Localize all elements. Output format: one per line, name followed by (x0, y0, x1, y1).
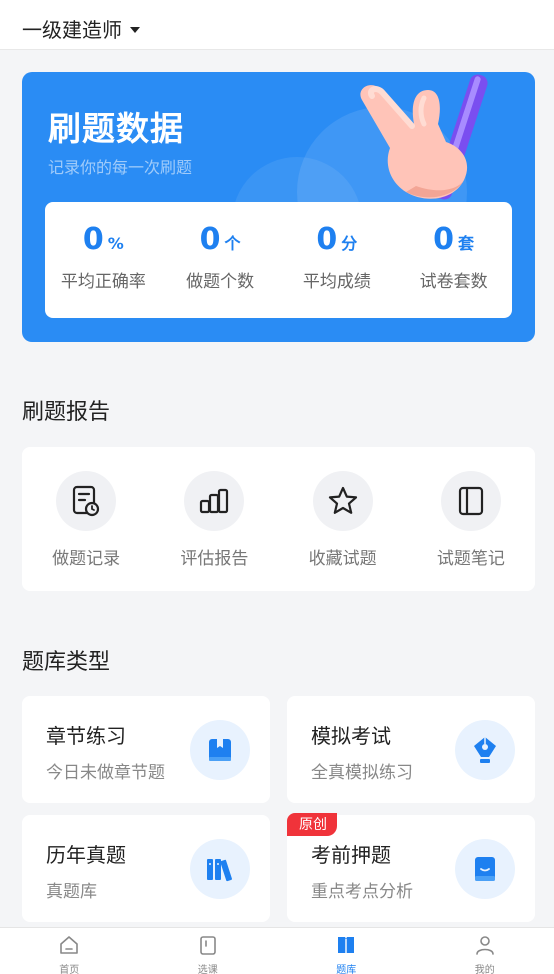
report-item-label: 试题笔记 (436, 549, 505, 569)
stat-label: 做题个数 (186, 272, 255, 292)
profile-icon (475, 936, 494, 955)
tab-question-bank[interactable]: 题库 (277, 928, 416, 974)
report-item-evaluation[interactable]: 评估报告 (150, 447, 278, 591)
question-bank-icon (338, 937, 355, 953)
report-item-label: 评估报告 (180, 549, 249, 569)
stat-unit: 分 (341, 234, 358, 253)
tab-label: 题库 (336, 965, 357, 974)
exam-selector[interactable]: 一级建造师 (22, 14, 140, 43)
stat-value: 0 (433, 222, 455, 257)
report-item-label: 做题记录 (52, 549, 121, 569)
stat-value: 0 (82, 222, 104, 257)
stat-value: 0 (316, 222, 338, 257)
stat-label: 平均正确率 (60, 272, 146, 292)
stats-panel: 0% 平均正确率 0个 做题个数 0分 平均成绩 0套 试卷套数 (45, 202, 512, 318)
record-icon (56, 471, 117, 531)
stat-unit: % (107, 234, 124, 253)
bank-card-pre-exam-prediction[interactable]: 原创 考前押题 重点考点分析 (287, 813, 535, 922)
caret-down-icon (130, 26, 140, 33)
hand-pen-illustration (360, 74, 488, 200)
booklet-icon (455, 839, 515, 899)
stat-value: 0 (199, 222, 221, 257)
course-icon (199, 936, 216, 955)
stat-unit: 套 (458, 234, 475, 253)
bank-card-title: 模拟考试 (311, 724, 391, 748)
report-item-label: 收藏试题 (308, 549, 377, 569)
report-item-notes[interactable]: 试题笔记 (407, 447, 535, 591)
bank-card-past-exams[interactable]: 历年真题 真题库 (22, 815, 270, 922)
stat-label: 平均成绩 (302, 272, 371, 292)
stat-question-count: 0个 做题个数 (162, 202, 279, 318)
bank-card-title: 历年真题 (46, 843, 126, 867)
stat-label: 试卷套数 (419, 272, 488, 292)
top-bar: 一级建造师 (0, 0, 554, 50)
home-icon (60, 936, 79, 954)
practice-data-card: 刷题数据 记录你的每一次刷题 0% 平均正确率 0个 做题个数 0分 平均成绩 … (22, 72, 535, 342)
notebook-icon (440, 471, 501, 531)
bookshelf-icon (190, 839, 250, 899)
chart-icon (184, 471, 245, 531)
report-panel: 做题记录 评估报告 收藏试题 试题笔记 (22, 447, 535, 591)
tab-home[interactable]: 首页 (0, 928, 139, 974)
bank-card-title: 考前押题 (311, 843, 391, 867)
exam-name: 一级建造师 (22, 18, 122, 42)
bank-card-subtitle: 真题库 (46, 882, 97, 902)
bottom-tab-bar: 首页 选课 题库 我的 (0, 927, 554, 974)
report-item-favorites[interactable]: 收藏试题 (279, 447, 407, 591)
bank-card-subtitle: 重点考点分析 (311, 882, 413, 902)
bank-card-subtitle: 全真模拟练习 (311, 763, 413, 783)
pen-icon (455, 720, 515, 780)
book-icon (190, 720, 250, 780)
tab-profile[interactable]: 我的 (416, 928, 554, 974)
bank-card-subtitle: 今日未做章节题 (46, 763, 165, 783)
bank-card-chapter-practice[interactable]: 章节练习 今日未做章节题 (22, 696, 270, 803)
star-icon (312, 471, 373, 531)
report-section-title: 刷题报告 (22, 400, 111, 425)
tab-label: 首页 (59, 965, 80, 974)
stat-unit: 个 (224, 234, 241, 253)
tab-courses[interactable]: 选课 (139, 928, 278, 974)
report-item-record[interactable]: 做题记录 (22, 447, 150, 591)
bank-section-title: 题库类型 (22, 650, 111, 675)
stat-accuracy: 0% 平均正确率 (45, 202, 162, 318)
hero-title: 刷题数据 (48, 109, 184, 148)
hero-subtitle: 记录你的每一次刷题 (48, 158, 193, 177)
bank-card-mock-exam[interactable]: 模拟考试 全真模拟练习 (287, 696, 535, 803)
stat-average-score: 0分 平均成绩 (279, 202, 396, 318)
bank-card-title: 章节练习 (46, 724, 126, 748)
tab-label: 我的 (474, 965, 495, 974)
stat-paper-count: 0套 试卷套数 (395, 202, 512, 318)
original-badge: 原创 (287, 813, 337, 836)
tab-label: 选课 (197, 965, 218, 974)
